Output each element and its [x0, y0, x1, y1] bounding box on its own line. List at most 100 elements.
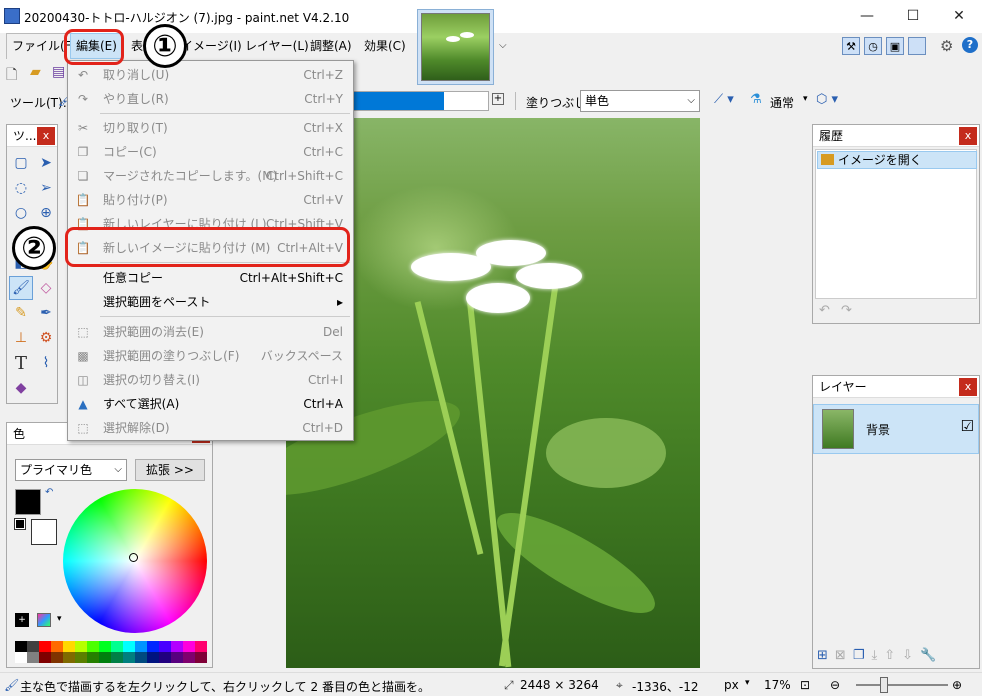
edit-undo-item[interactable]: ↶ 取り消し(U) Ctrl+Z	[68, 63, 353, 87]
ellipse-select-tool-icon[interactable]: ○	[9, 201, 33, 225]
fill-mode-select[interactable]: 単色 ⌵	[580, 90, 700, 112]
color-wheel[interactable]	[63, 489, 207, 633]
zoom-tool-icon[interactable]: ⊕	[34, 201, 58, 225]
tools-panel-close-button[interactable]: x	[37, 127, 55, 145]
units-chevron-icon[interactable]: ▾	[745, 678, 750, 688]
merge-layer-icon[interactable]: ⤓	[871, 648, 877, 663]
edit-optional-copy-item[interactable]: 任意コピー Ctrl+Alt+Shift+C	[68, 266, 353, 290]
shapes-tool-icon[interactable]: ◆	[9, 376, 33, 400]
add-layer-icon[interactable]: ⊞	[817, 648, 828, 663]
edit-fill-selection-item[interactable]: ▩ 選択範囲の塗りつぶし(F) バックスペース	[68, 344, 353, 368]
rectangle-select-tool-icon[interactable]: ▢	[9, 151, 33, 175]
zoom-slider-track[interactable]	[856, 684, 948, 686]
brush-width-field[interactable]	[352, 91, 489, 111]
zoom-in-icon[interactable]: ⊕	[952, 678, 962, 692]
palette-menu-icon[interactable]	[37, 613, 51, 627]
primary-color-swatch[interactable]	[15, 489, 41, 515]
minimize-button[interactable]: —	[844, 0, 890, 32]
add-palette-color-icon[interactable]: +	[15, 613, 29, 627]
history-undo-icon[interactable]: ↶	[819, 303, 830, 318]
move-layer-down-icon[interactable]: ⇩	[902, 648, 913, 663]
layers-window-toggle-icon[interactable]: ▣	[886, 37, 904, 55]
duplicate-layer-icon[interactable]: ❐	[853, 648, 865, 663]
blend-mode-value[interactable]: 通常	[770, 94, 794, 111]
edit-redo-item[interactable]: ↷ やり直し(R) Ctrl+Y	[68, 87, 353, 111]
history-item-label: イメージを開く	[838, 153, 922, 167]
image-tab-thumbnail[interactable]	[417, 9, 494, 85]
paintbrush-tool-icon[interactable]: 🖌	[9, 276, 33, 300]
expand-colors-button[interactable]: 拡張 >>	[135, 459, 205, 481]
color-palette[interactable]	[15, 641, 207, 663]
eraser-tool-icon[interactable]: ◇	[34, 276, 58, 300]
edit-deselect-item[interactable]: ⬚ 選択解除(D) Ctrl+D	[68, 416, 353, 440]
select-all-icon: ▲	[78, 397, 88, 411]
reset-colors-icon[interactable]	[14, 518, 26, 530]
text-tool-icon[interactable]: T	[9, 351, 33, 375]
menu-item-shortcut: Ctrl+Y	[304, 92, 343, 106]
menu-adjustments[interactable]: 調整(A)	[305, 33, 357, 59]
menu-item-label: マージされたコピーします。(M)	[103, 169, 278, 183]
clone-stamp-tool-icon[interactable]: ⊥	[9, 326, 33, 350]
move-selection-tool-icon[interactable]: ➢	[34, 176, 58, 200]
blend-mode-chevron-icon[interactable]: ▾	[803, 94, 808, 104]
menu-item-label: コピー(C)	[103, 145, 157, 159]
delete-layer-icon[interactable]: ⊠	[835, 648, 846, 663]
edit-erase-selection-item[interactable]: ⬚ 選択範囲の消去(E) Del	[68, 320, 353, 344]
selection-clipping-icon[interactable]: ⬡ ▾	[816, 92, 838, 107]
menu-effects[interactable]: 効果(C)	[359, 33, 411, 59]
open-folder-icon[interactable]: ▰	[30, 64, 41, 80]
maximize-button[interactable]: ☐	[890, 0, 936, 32]
secondary-color-swatch[interactable]	[31, 519, 57, 545]
edit-paste-selection-item[interactable]: 選択範囲をペースト ▸	[68, 290, 353, 314]
menu-layers[interactable]: レイヤー(L)	[240, 33, 314, 59]
layer-visibility-checkbox[interactable]: ☑	[961, 419, 974, 434]
menu-item-label: 選択範囲の塗りつぶし(F)	[103, 349, 240, 363]
antialiasing-icon[interactable]: ⟋ ▾	[714, 92, 734, 107]
edit-cut-item[interactable]: ✂ 切り取り(T) Ctrl+X	[68, 116, 353, 140]
line-curve-tool-icon[interactable]: ⌇	[34, 351, 58, 375]
units-select[interactable]: px	[724, 678, 739, 692]
help-icon[interactable]: ?	[962, 37, 978, 53]
color-mode-value: プライマリ色	[20, 463, 93, 477]
new-file-icon[interactable]: 🗋	[6, 64, 17, 88]
edit-copy-merged-item[interactable]: ❏ マージされたコピーします。(M) Ctrl+Shift+C	[68, 164, 353, 188]
palette-chevron-icon[interactable]: ▾	[57, 614, 62, 624]
history-window-toggle-icon[interactable]: ◷	[864, 37, 882, 55]
save-icon[interactable]: ▤	[52, 64, 65, 80]
close-window-button[interactable]: ✕	[936, 0, 982, 32]
layer-row[interactable]: 背景 ☑	[813, 404, 979, 454]
blend-mode-flask-icon[interactable]: ⚗	[750, 92, 762, 107]
history-panel-close-button[interactable]: x	[959, 127, 977, 145]
zoom-value[interactable]: 17%	[764, 678, 791, 692]
history-redo-icon[interactable]: ↷	[841, 303, 852, 318]
zoom-slider-thumb[interactable]	[880, 677, 888, 693]
menu-item-shortcut: Ctrl+Z	[303, 68, 343, 82]
paintnet-app-icon[interactable]	[4, 8, 20, 24]
edit-invert-selection-item[interactable]: ◫ 選択の切り替え(I) Ctrl+I	[68, 368, 353, 392]
image-list-chevron-icon[interactable]: ⌵	[499, 40, 507, 51]
menu-item-label: 選択の切り替え(I)	[103, 373, 200, 387]
color-picker-tool-icon[interactable]: ✒	[34, 301, 58, 325]
layers-panel-close-button[interactable]: x	[959, 378, 977, 396]
swap-colors-icon[interactable]: ↶	[45, 487, 53, 498]
photo-stem	[466, 298, 512, 668]
move-selected-tool-icon[interactable]: ➤	[34, 151, 58, 175]
edit-copy-item[interactable]: ❐ コピー(C) Ctrl+C	[68, 140, 353, 164]
zoom-out-icon[interactable]: ⊖	[830, 678, 840, 692]
window-title: 20200430-トトロ-ハルジオン (7).jpg - paint.net V…	[24, 11, 350, 25]
zoom-to-window-icon[interactable]: ⊡	[800, 678, 810, 692]
move-layer-up-icon[interactable]: ⇧	[884, 648, 895, 663]
edit-paste-item[interactable]: 📋 貼り付け(P) Ctrl+V	[68, 188, 353, 212]
pencil-tool-icon[interactable]: ✎	[9, 301, 33, 325]
color-mode-select[interactable]: プライマリ色 ⌵	[15, 459, 127, 481]
recolor-tool-icon[interactable]: ⚙	[34, 326, 58, 350]
menu-separator	[100, 113, 350, 114]
tools-window-toggle-icon[interactable]: ⚒	[842, 37, 860, 55]
edit-select-all-item[interactable]: ▲ すべて選択(A) Ctrl+A	[68, 392, 353, 416]
brush-width-increase-icon[interactable]: +	[492, 93, 504, 105]
colors-window-toggle-icon[interactable]	[908, 37, 926, 55]
layer-properties-icon[interactable]: 🔧	[920, 648, 936, 663]
settings-gear-icon[interactable]: ⚙	[940, 37, 953, 55]
history-item[interactable]: イメージを開く	[817, 151, 977, 169]
lasso-select-tool-icon[interactable]: ◌	[9, 176, 33, 200]
